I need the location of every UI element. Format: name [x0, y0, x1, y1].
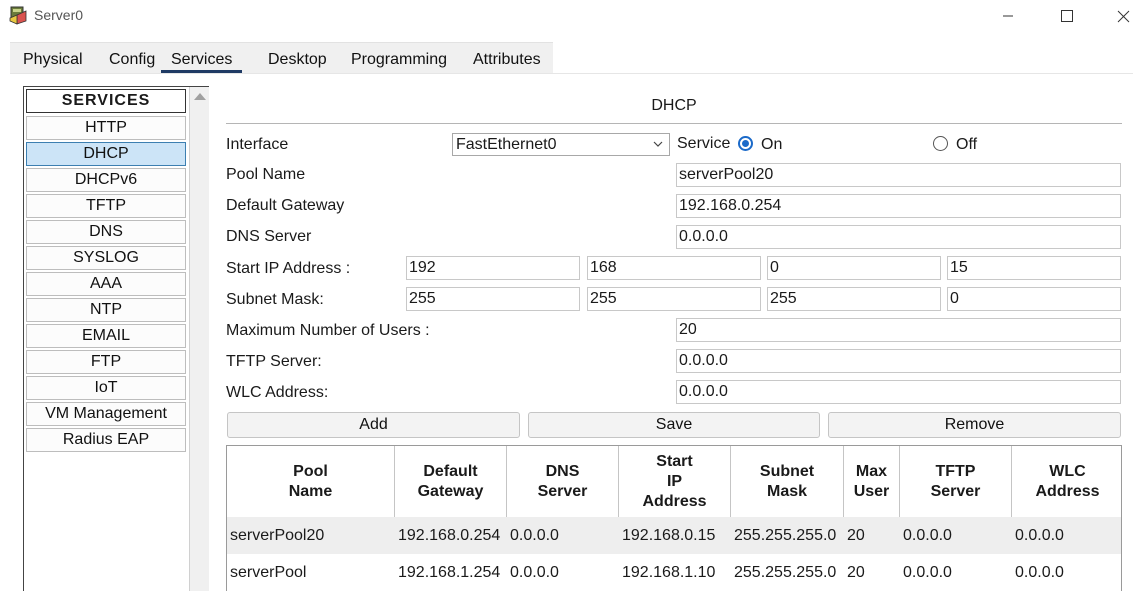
- start-ip-octet-4[interactable]: 15: [947, 256, 1121, 280]
- tab-divider: [10, 73, 1133, 74]
- cell-pool-name: serverPool: [230, 564, 307, 581]
- cell-start-ip: 192.168.0.15: [622, 527, 716, 544]
- wlc-address-input[interactable]: 0.0.0.0: [676, 380, 1121, 404]
- cell-default-gateway: 192.168.1.254: [398, 564, 501, 581]
- default-gateway-input[interactable]: 192.168.0.254: [676, 194, 1121, 218]
- tftp-server-label: TFTP Server:: [226, 353, 322, 370]
- maximize-button[interactable]: [1052, 4, 1082, 28]
- max-users-input[interactable]: 20: [676, 318, 1121, 342]
- service-off-label: Off: [956, 136, 978, 153]
- subnet-octet-1[interactable]: 255: [406, 287, 580, 311]
- sidebar-item-email[interactable]: EMAIL: [26, 324, 186, 348]
- cell-dns-server: 0.0.0.0: [510, 527, 559, 544]
- title-bar: Server0: [0, 0, 1133, 32]
- tab-physical[interactable]: Physical: [23, 51, 83, 69]
- cell-default-gateway: 192.168.0.254: [398, 527, 501, 544]
- cell-max-user: 20: [847, 527, 865, 544]
- start-ip-octet-2[interactable]: 168: [587, 256, 761, 280]
- cell-wlc-address: 0.0.0.0: [1015, 527, 1064, 544]
- column-header-wlc-address[interactable]: WLC Address: [1012, 446, 1121, 517]
- sidebar-item-vm-management[interactable]: VM Management: [26, 402, 186, 426]
- pool-name-label: Pool Name: [226, 166, 306, 183]
- dns-server-input[interactable]: 0.0.0.0: [676, 225, 1121, 249]
- sidebar-header: SERVICES: [26, 89, 186, 113]
- sidebar-item-tftp[interactable]: TFTP: [26, 194, 186, 218]
- cell-subnet-mask: 255.255.255.0: [734, 527, 837, 544]
- table-row[interactable]: serverPool 192.168.1.254 0.0.0.0 192.168…: [227, 554, 1121, 591]
- section-divider: [226, 123, 1122, 124]
- cell-pool-name: serverPool20: [230, 527, 325, 544]
- start-ip-label: Start IP Address :: [226, 260, 351, 277]
- cell-tftp-server: 0.0.0.0: [903, 564, 952, 581]
- chevron-down-icon: [653, 141, 663, 147]
- window-title: Server0: [34, 7, 84, 23]
- section-title: DHCP: [651, 97, 697, 114]
- sidebar-item-ftp[interactable]: FTP: [26, 350, 186, 374]
- minimize-button[interactable]: [993, 4, 1023, 28]
- sidebar-item-ntp[interactable]: NTP: [26, 298, 186, 322]
- minimize-icon: [1003, 15, 1013, 17]
- interface-select[interactable]: FastEthernet0: [452, 133, 670, 156]
- remove-button[interactable]: Remove: [828, 412, 1121, 438]
- column-header-pool-name[interactable]: Pool Name: [227, 446, 395, 517]
- cell-dns-server: 0.0.0.0: [510, 564, 559, 581]
- sidebar-item-radius-eap[interactable]: Radius EAP: [26, 428, 186, 452]
- pool-name-input[interactable]: serverPool20: [676, 163, 1121, 187]
- subnet-octet-2[interactable]: 255: [587, 287, 761, 311]
- sidebar-item-iot[interactable]: IoT: [26, 376, 186, 400]
- sidebar-item-http[interactable]: HTTP: [26, 116, 186, 140]
- subnet-octet-4[interactable]: 0: [947, 287, 1121, 311]
- column-header-start-ip[interactable]: Start IP Address: [619, 446, 731, 517]
- sidebar-item-dns[interactable]: DNS: [26, 220, 186, 244]
- start-ip-octet-3[interactable]: 0: [767, 256, 941, 280]
- server-app-icon: [9, 6, 27, 25]
- sidebar-item-dhcp[interactable]: DHCP: [26, 142, 186, 166]
- cell-wlc-address: 0.0.0.0: [1015, 564, 1064, 581]
- cell-tftp-server: 0.0.0.0: [903, 527, 952, 544]
- cell-max-user: 20: [847, 564, 865, 581]
- tab-bar: Physical Config Services Desktop Program…: [10, 42, 553, 74]
- subnet-mask-label: Subnet Mask:: [226, 291, 324, 308]
- max-users-label: Maximum Number of Users :: [226, 322, 430, 339]
- add-button[interactable]: Add: [227, 412, 520, 438]
- tab-attributes[interactable]: Attributes: [473, 51, 541, 69]
- cell-start-ip: 192.168.1.10: [622, 564, 716, 581]
- service-on-label: On: [761, 136, 783, 153]
- save-button[interactable]: Save: [528, 412, 820, 438]
- column-header-dns-server[interactable]: DNS Server: [507, 446, 619, 517]
- services-sidebar: SERVICES HTTP DHCP DHCPv6 TFTP DNS SYSLO…: [23, 86, 209, 591]
- interface-value: FastEthernet0: [456, 136, 557, 153]
- tab-programming[interactable]: Programming: [351, 51, 447, 69]
- sidebar-item-dhcpv6[interactable]: DHCPv6: [26, 168, 186, 192]
- dhcp-pools-table: Pool Name Default Gateway DNS Server Sta…: [226, 445, 1122, 591]
- service-on-radio[interactable]: [738, 136, 753, 151]
- column-header-default-gateway[interactable]: Default Gateway: [395, 446, 507, 517]
- service-label: Service: [677, 135, 731, 152]
- default-gateway-label: Default Gateway: [226, 197, 345, 214]
- column-header-tftp-server[interactable]: TFTP Server: [900, 446, 1012, 517]
- scroll-up-arrow-icon[interactable]: [194, 93, 206, 100]
- tab-services[interactable]: Services: [161, 51, 243, 73]
- tftp-server-input[interactable]: 0.0.0.0: [676, 349, 1121, 373]
- cell-subnet-mask: 255.255.255.0: [734, 564, 837, 581]
- dns-server-label: DNS Server: [226, 228, 312, 245]
- interface-label: Interface: [226, 136, 289, 153]
- maximize-icon: [1061, 10, 1073, 22]
- start-ip-octet-1[interactable]: 192: [406, 256, 580, 280]
- sidebar-item-aaa[interactable]: AAA: [26, 272, 186, 296]
- column-header-max-user[interactable]: Max User: [844, 446, 900, 517]
- sidebar-item-syslog[interactable]: SYSLOG: [26, 246, 186, 270]
- service-off-radio[interactable]: [933, 136, 948, 151]
- tab-config[interactable]: Config: [109, 51, 155, 69]
- table-row[interactable]: serverPool20 192.168.0.254 0.0.0.0 192.1…: [227, 517, 1121, 554]
- close-button[interactable]: [1108, 4, 1133, 28]
- wlc-address-label: WLC Address:: [226, 384, 329, 401]
- tab-desktop[interactable]: Desktop: [268, 51, 327, 69]
- column-header-subnet-mask[interactable]: Subnet Mask: [731, 446, 844, 517]
- subnet-octet-3[interactable]: 255: [767, 287, 941, 311]
- sidebar-scrollbar[interactable]: [189, 87, 209, 591]
- close-icon: [1117, 10, 1129, 22]
